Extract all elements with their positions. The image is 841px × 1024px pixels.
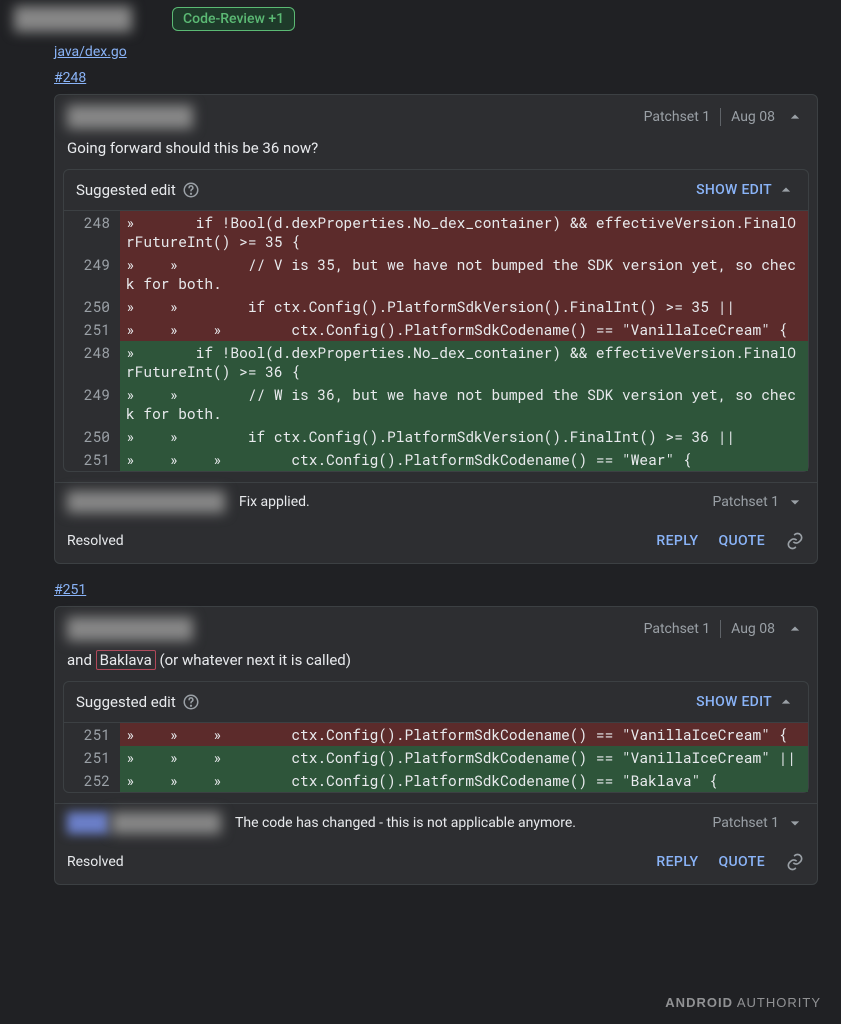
diff-line: » » if ctx.Config().PlatformSdkVersion()… — [120, 295, 808, 318]
chevron-up-icon[interactable] — [785, 107, 805, 127]
suggested-edit-title: Suggested edit — [76, 181, 176, 199]
diff-line: » » » ctx.Config().PlatformSdkCodename()… — [120, 746, 808, 769]
chevron-down-icon[interactable] — [785, 492, 805, 512]
help-icon[interactable] — [182, 693, 200, 711]
chevron-up-icon[interactable] — [776, 180, 796, 200]
chevron-up-icon[interactable] — [785, 619, 805, 639]
status-label: Resolved — [67, 854, 124, 870]
suggested-edit: Suggested edit SHOW EDIT 251» » » ctx.Co… — [63, 681, 809, 793]
avatar — [111, 812, 221, 834]
line-number: 251 — [64, 448, 120, 471]
line-number: 250 — [64, 425, 120, 448]
help-icon[interactable] — [182, 181, 200, 199]
line-number: 249 — [64, 253, 120, 295]
line-number: 248 — [64, 341, 120, 383]
code-review-chip: Code-Review +1 — [172, 7, 295, 31]
divider — [720, 108, 721, 126]
status-label: Resolved — [67, 533, 124, 549]
link-icon[interactable] — [785, 531, 805, 551]
quote-button[interactable]: QUOTE — [718, 533, 765, 549]
avatar — [67, 491, 225, 513]
diff-line: » » » ctx.Config().PlatformSdkCodename()… — [120, 318, 808, 341]
patchset-label: Patchset 1 — [644, 109, 711, 125]
line-anchor-251[interactable]: #251 — [54, 582, 86, 598]
diff-line: » » // V is 35, but we have not bumped t… — [120, 253, 808, 295]
line-number: 249 — [64, 383, 120, 425]
patchset-label: Patchset 1 — [712, 494, 779, 510]
diff-line: » » » ctx.Config().PlatformSdkCodename()… — [120, 448, 808, 471]
comment-body: and Baklava (or whatever next it is call… — [55, 641, 817, 681]
chevron-up-icon[interactable] — [776, 692, 796, 712]
line-anchor-248[interactable]: #248 — [54, 70, 86, 86]
avatar — [67, 812, 109, 834]
quote-button[interactable]: QUOTE — [718, 854, 765, 870]
diff-line: » » » ctx.Config().PlatformSdkCodename()… — [120, 769, 808, 792]
diff-line: » » if ctx.Config().PlatformSdkVersion()… — [120, 425, 808, 448]
line-number: 250 — [64, 295, 120, 318]
highlighted-word: Baklava — [96, 650, 156, 670]
diff-line: » » // W is 36, but we have not bumped t… — [120, 383, 808, 425]
diff-line: » if !Bool(d.dexProperties.No_dex_contai… — [120, 211, 808, 253]
comment-thread: Patchset 1 Aug 08 Going forward should t… — [54, 94, 818, 564]
diff-line: » if !Bool(d.dexProperties.No_dex_contai… — [120, 341, 808, 383]
avatar — [14, 6, 132, 32]
reply-text: The code has changed - this is not appli… — [235, 815, 576, 831]
diff-line: » » » ctx.Config().PlatformSdkCodename()… — [120, 723, 808, 746]
line-number: 251 — [64, 318, 120, 341]
line-number: 252 — [64, 769, 120, 792]
patchset-label: Patchset 1 — [712, 815, 779, 831]
comment-thread: Patchset 1 Aug 08 and Baklava (or whatev… — [54, 606, 818, 885]
line-number: 251 — [64, 723, 120, 746]
comment-date: Aug 08 — [731, 109, 775, 125]
show-edit-button[interactable]: SHOW EDIT — [696, 694, 776, 710]
reply-button[interactable]: REPLY — [656, 854, 698, 870]
diff-table: 251» » » ctx.Config().PlatformSdkCodenam… — [64, 723, 808, 792]
comment-body: Going forward should this be 36 now? — [55, 129, 817, 169]
chevron-down-icon[interactable] — [785, 813, 805, 833]
diff-table: 248» if !Bool(d.dexProperties.No_dex_con… — [64, 211, 808, 471]
comment-date: Aug 08 — [731, 621, 775, 637]
watermark: ANDROID AUTHORITY — [665, 995, 821, 1010]
avatar — [67, 105, 193, 129]
avatar — [67, 617, 193, 641]
suggested-edit-title: Suggested edit — [76, 693, 176, 711]
link-icon[interactable] — [785, 852, 805, 872]
reply-button[interactable]: REPLY — [656, 533, 698, 549]
show-edit-button[interactable]: SHOW EDIT — [696, 182, 776, 198]
patchset-label: Patchset 1 — [644, 621, 711, 637]
file-path-link[interactable]: java/dex.go — [54, 44, 127, 60]
suggested-edit: Suggested edit SHOW EDIT 248» if !Bool(d… — [63, 169, 809, 472]
line-number: 248 — [64, 211, 120, 253]
reply-text: Fix applied. — [239, 494, 310, 510]
divider — [720, 620, 721, 638]
line-number: 251 — [64, 746, 120, 769]
